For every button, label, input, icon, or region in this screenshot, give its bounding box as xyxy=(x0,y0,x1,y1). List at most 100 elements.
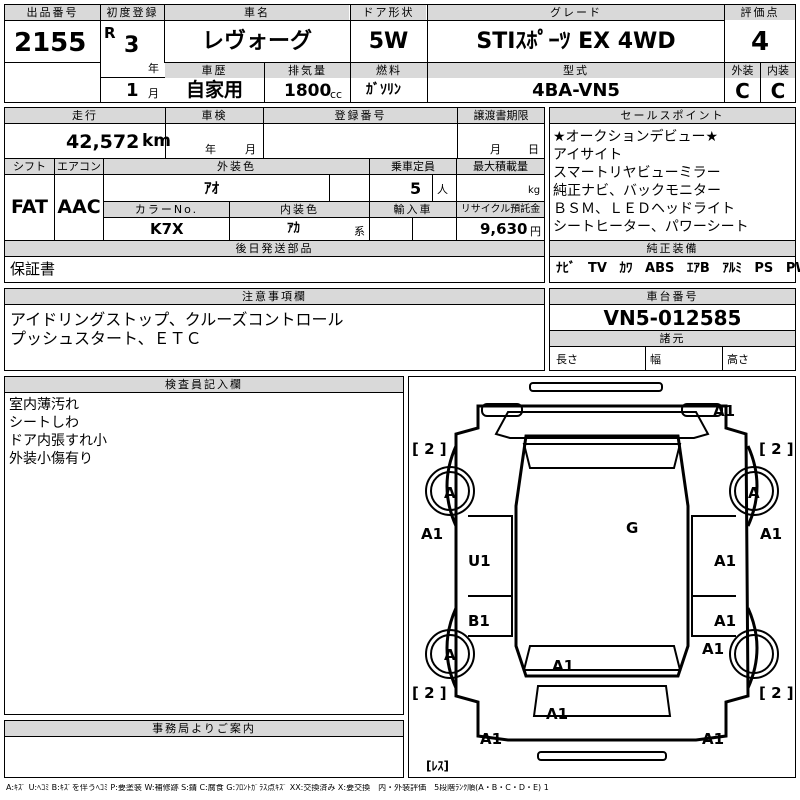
insp-year-unit: 年 xyxy=(205,143,216,156)
damage-mark: [ 2 ] xyxy=(759,440,794,458)
interior-grade: C xyxy=(770,78,786,103)
car-name-label: 車名 xyxy=(165,5,349,20)
later-parts-label: 後日発送部品 xyxy=(5,241,544,256)
reg-month: 1 xyxy=(126,80,139,101)
inspector-notes: 室内薄汚れ シートしわ ドア内張すれ小 外装小傷有り xyxy=(9,396,107,468)
recycle-unit: 円 xyxy=(530,225,541,238)
damage-mark: A1 xyxy=(546,705,568,723)
damage-mark: [ 2 ] xyxy=(412,440,447,458)
damage-mark: [ 2 ] xyxy=(412,684,447,702)
length-label: 長さ xyxy=(556,353,578,366)
damage-mark: A1 xyxy=(713,402,735,420)
recycle-fee: 9,630 xyxy=(480,220,528,238)
equipment-item: ｴｱB xyxy=(686,261,710,276)
equipment-label: 純正装備 xyxy=(550,241,795,256)
transfer-day-unit: 日 xyxy=(528,143,539,156)
door-label: ドア形状 xyxy=(351,5,426,20)
damage-marks: A1 [ 2 ] [ 2 ] A A A1 A1 U1 A1 G B1 A1 A… xyxy=(412,402,794,773)
equipment-item: ｱﾙﾐ xyxy=(722,261,742,276)
later-parts-value: 保証書 xyxy=(10,260,56,278)
damage-mark: G xyxy=(626,519,638,537)
lot-number: 2155 xyxy=(14,28,87,58)
sales-point: ＢＳＭ、ＬＥＤヘッドライト xyxy=(553,201,735,217)
exterior-grade: C xyxy=(735,78,750,103)
ext-color-label: 外装色 xyxy=(104,159,369,174)
damage-mark: A xyxy=(444,484,456,502)
chassis-label: 車台番号 xyxy=(550,289,795,304)
door-type: 5W xyxy=(368,29,409,54)
displacement-label: 排気量 xyxy=(265,63,350,78)
capacity: 5 xyxy=(410,179,422,198)
shift: FAT xyxy=(11,196,48,218)
grade: STIｽﾎﾟｰﾂ EX 4WD xyxy=(476,29,676,54)
equipment-list: ﾅﾋﾞ TV ｶﾜ ABS ｴｱB ｱﾙﾐ PS PW xyxy=(556,262,800,275)
interior-label: 内装 xyxy=(761,63,795,78)
damage-mark: A1 xyxy=(702,730,724,748)
max-load-label: 最大積載量 xyxy=(457,159,544,174)
year-unit: 年 xyxy=(148,62,159,75)
fuel: ｶﾞｿﾘﾝ xyxy=(366,82,401,98)
color-no: K7X xyxy=(150,220,184,238)
sales-points-label: セールスポイント xyxy=(550,108,795,123)
damage-mark: A1 xyxy=(552,657,574,675)
int-color: ｱｶ xyxy=(287,221,300,236)
ext-color: ｱｵ xyxy=(204,179,220,197)
score-label: 評価点 xyxy=(725,5,795,20)
equipment-item: ｶﾜ xyxy=(619,261,633,276)
notes-label: 注意事項欄 xyxy=(5,289,544,304)
month-unit: 月 xyxy=(148,87,159,100)
transfer-label: 譲渡書期限 xyxy=(458,108,544,123)
capacity-label: 乗車定員 xyxy=(370,159,456,174)
damage-mark: B1 xyxy=(468,612,490,630)
max-load-unit: kg xyxy=(528,185,541,196)
exterior-label: 外装 xyxy=(725,63,760,78)
first-reg-label: 初度登録 xyxy=(101,5,164,20)
height-label: 高さ xyxy=(727,353,749,366)
notes-lines: アイドリングストップ、クルーズコントロール プッシュスタート、ＥＴＣ xyxy=(10,310,343,348)
damage-mark: A1 xyxy=(702,640,724,658)
damage-mark: A xyxy=(748,484,760,502)
car-damage-diagram: A1 [ 2 ] [ 2 ] A A A1 A1 U1 A1 G B1 A1 A… xyxy=(408,376,796,778)
sales-point: アイサイト xyxy=(553,147,623,163)
color-no-label: カラーNo. xyxy=(104,202,229,217)
sales-points-list: ★オークションデビュー★ アイサイト スマートリヤビューミラー 純正ナビ、バック… xyxy=(553,128,749,236)
capacity-unit: 人 xyxy=(437,183,448,196)
inspector-label: 検査員記入欄 xyxy=(5,377,403,392)
damage-mark: [ 2 ] xyxy=(759,684,794,702)
score: 4 xyxy=(750,27,770,57)
damage-mark: [ﾚｽ] xyxy=(426,759,449,773)
damage-mark: A1 xyxy=(480,730,502,748)
damage-mark: A1 xyxy=(714,552,736,570)
inspector-line: シートしわ xyxy=(9,415,79,431)
recycle-label: リサイクル預託金 xyxy=(457,202,544,217)
car-history: 自家用 xyxy=(185,79,243,101)
damage-mark: U1 xyxy=(468,552,491,570)
damage-mark: A1 xyxy=(714,612,736,630)
sales-point: シートヒーター、パワーシート xyxy=(553,219,749,235)
inspection-label: 車検 xyxy=(166,108,263,123)
car-outline xyxy=(445,382,759,761)
inspector-line: ドア内張すれ小 xyxy=(9,433,107,449)
ac-type: AAC xyxy=(57,196,101,218)
chassis-number: VN5-012585 xyxy=(603,305,742,330)
history-label: 車歴 xyxy=(165,63,264,78)
inspector-line: 外装小傷有り xyxy=(9,451,93,467)
insp-month-unit: 月 xyxy=(245,143,256,156)
equipment-item: TV xyxy=(588,261,607,276)
ac-label: エアコン xyxy=(55,159,103,174)
office-label: 事務局よりご案内 xyxy=(5,721,403,736)
equipment-item: ABS xyxy=(645,261,675,276)
int-color-label: 内装色 xyxy=(230,202,369,217)
model-label: 型式 xyxy=(428,63,724,78)
mileage: 42,572 xyxy=(66,131,140,153)
sales-point: ★オークションデビュー★ xyxy=(553,129,719,145)
car-name: レヴォーグ xyxy=(201,29,312,54)
import-label: 輸入車 xyxy=(370,202,456,217)
displacement: 1800 xyxy=(284,81,332,101)
equipment-item: PS xyxy=(754,261,774,276)
spec-label: 諸元 xyxy=(550,331,795,346)
mileage-label: 走行 xyxy=(5,108,165,123)
damage-mark: A1 xyxy=(421,525,443,543)
mileage-unit: km xyxy=(142,131,172,151)
reg-year: 3 xyxy=(124,33,140,58)
